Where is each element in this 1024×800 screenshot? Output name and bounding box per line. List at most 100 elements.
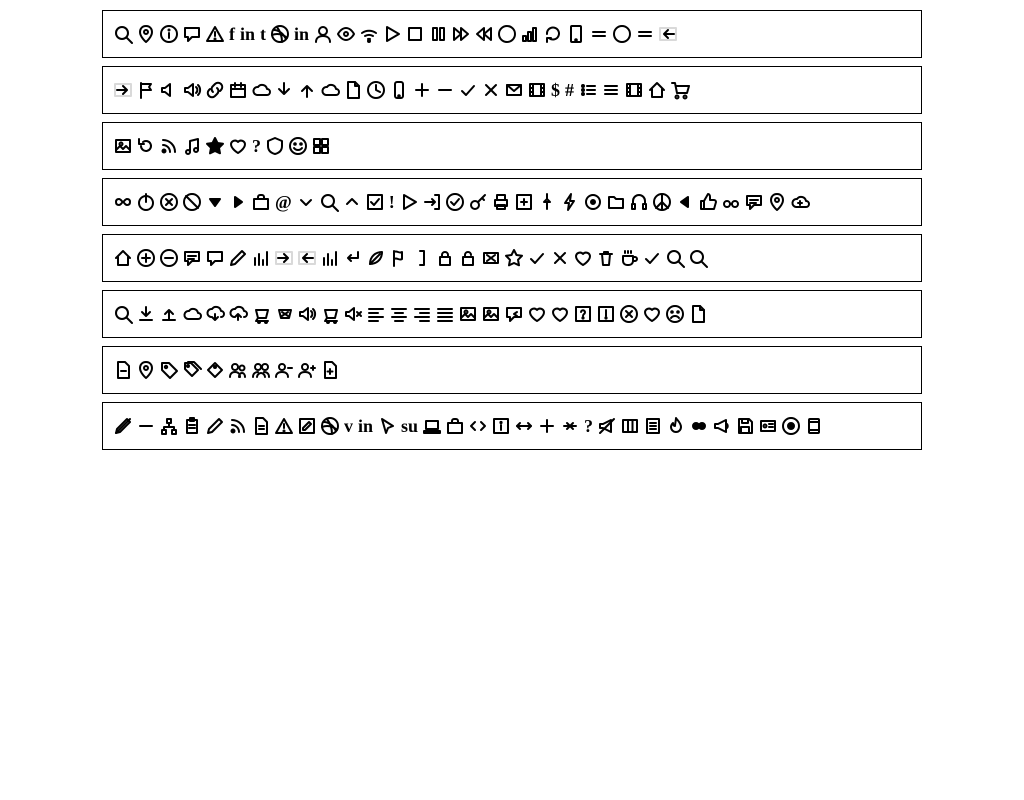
- map-pin-icon: [767, 192, 787, 212]
- link-icon: [205, 80, 225, 100]
- enter-icon: [343, 248, 363, 268]
- dollar-icon: $: [550, 80, 561, 100]
- play-triangle-icon: [382, 24, 402, 44]
- menu-short-icon: [635, 24, 655, 44]
- device-icon: [804, 416, 824, 436]
- caret-up-icon: [342, 192, 362, 212]
- peace-icon: [652, 192, 672, 212]
- arrow-right-box-icon: [274, 248, 294, 268]
- icon-row-1: fintin: [102, 10, 922, 58]
- user-icon: [313, 24, 333, 44]
- x-circle-icon: [619, 304, 639, 324]
- cloud-plus-icon: [790, 192, 810, 212]
- icon-row-3: ?: [102, 122, 922, 170]
- arrow-right-box-icon: [113, 80, 133, 100]
- exit-icon: [422, 192, 442, 212]
- x-circle-icon: [159, 192, 179, 212]
- shield-icon: [265, 136, 285, 156]
- cart-icon: [670, 80, 690, 100]
- save-icon: [735, 416, 755, 436]
- image-icon: [113, 136, 133, 156]
- flag-icon: [136, 80, 156, 100]
- chat-icon: [182, 24, 202, 44]
- thumbs-up-icon: [698, 192, 718, 212]
- user-minus-icon: [274, 360, 294, 380]
- info-square-icon: [491, 416, 511, 436]
- fast-forward-icon: [451, 24, 471, 44]
- align-center-icon: [389, 304, 409, 324]
- arrow-down-thick-icon: [274, 80, 294, 100]
- document-icon: [343, 80, 363, 100]
- disc-icon: [781, 416, 801, 436]
- minus-icon: [136, 416, 156, 436]
- redo-icon: [136, 136, 156, 156]
- wifi-icon: [359, 24, 379, 44]
- arrow-left-box-icon: [658, 24, 678, 44]
- list-lines-icon: [601, 80, 621, 100]
- map-pin-icon: [136, 360, 156, 380]
- bar-chart-icon: [251, 248, 271, 268]
- volume-off-icon: [159, 80, 179, 100]
- calendar-icon: [228, 80, 248, 100]
- icon-row-8: vinsu?: [102, 402, 922, 450]
- minus-icon: [435, 80, 455, 100]
- cloud-up-icon: [228, 304, 248, 324]
- search-icon: [665, 248, 685, 268]
- windows-icon: [311, 136, 331, 156]
- eye-icon: [336, 24, 356, 44]
- headphones-icon: [629, 192, 649, 212]
- dribbble-icon: [270, 24, 290, 44]
- ban-icon: [182, 192, 202, 212]
- facebook-f-icon: f: [228, 24, 236, 44]
- heart-outline-icon: [527, 304, 547, 324]
- at-icon: @: [274, 192, 293, 212]
- power-icon: [136, 192, 156, 212]
- plus-circle-icon: [136, 248, 156, 268]
- megaphone-icon: [712, 416, 732, 436]
- icon-row-5: [102, 234, 922, 282]
- document-icon: [688, 304, 708, 324]
- document-plus-icon: [320, 360, 340, 380]
- user-group-icon: [251, 360, 271, 380]
- heart-icon: [550, 304, 570, 324]
- check-icon: [642, 248, 662, 268]
- rewind-icon: [474, 24, 494, 44]
- refresh-icon: [543, 24, 563, 44]
- heart-icon: [642, 304, 662, 324]
- home-icon: [647, 80, 667, 100]
- minus-circle-icon: [159, 248, 179, 268]
- flag-outline-icon: [389, 248, 409, 268]
- user-plus-icon: [297, 360, 317, 380]
- cloud-icon: [182, 304, 202, 324]
- cart-handle-icon: [251, 304, 271, 324]
- check-circle-icon: [445, 192, 465, 212]
- edit-slash-icon: [113, 416, 133, 436]
- linkedin-in-icon: in: [293, 24, 310, 44]
- cart-handle-icon: [320, 304, 340, 324]
- cloud-down-icon: [205, 304, 225, 324]
- icon-row-7: [102, 346, 922, 394]
- volume-mute-icon: [343, 304, 363, 324]
- clipboard-icon: [182, 416, 202, 436]
- info-circle-icon: [159, 24, 179, 44]
- music-note-icon: [182, 136, 202, 156]
- tag-icon: [159, 360, 179, 380]
- sad-face-icon: [665, 304, 685, 324]
- caret-down-icon: [296, 192, 316, 212]
- dribbble-icon: [320, 416, 340, 436]
- square-icon: [405, 24, 425, 44]
- tumblr-t-icon: t: [259, 24, 267, 44]
- check-icon: [527, 248, 547, 268]
- tablet-icon: [566, 24, 586, 44]
- linkedin-in-icon: in: [357, 416, 374, 436]
- vine-v-icon: v: [343, 416, 354, 436]
- glasses-icon: [721, 192, 741, 212]
- x-icon: [481, 80, 501, 100]
- key-icon: [468, 192, 488, 212]
- id-card-icon: [758, 416, 778, 436]
- arrow-left-box-icon: [297, 248, 317, 268]
- chat-lines-icon: [182, 248, 202, 268]
- warning-triangle-icon: [274, 416, 294, 436]
- home-icon: [113, 248, 133, 268]
- tags-icon: [182, 360, 202, 380]
